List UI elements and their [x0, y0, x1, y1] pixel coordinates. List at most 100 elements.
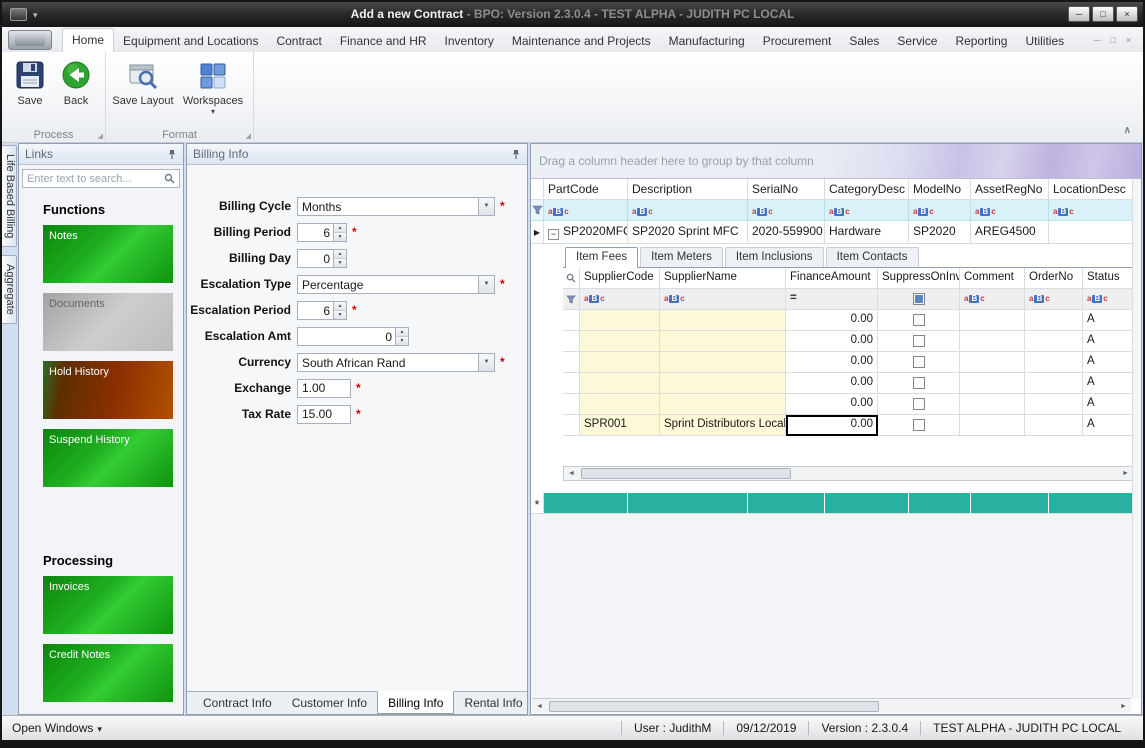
orderno-cell[interactable] [1025, 352, 1083, 373]
financeamount-cell[interactable]: 0.00 [786, 373, 878, 394]
tab-customer-info[interactable]: Customer Info [282, 692, 377, 714]
orderno-cell[interactable] [1025, 373, 1083, 394]
filter-cell[interactable] [786, 289, 878, 310]
checkbox-filter-icon[interactable] [912, 293, 925, 305]
close-button[interactable]: × [1116, 6, 1138, 22]
escalation-amt-spinner[interactable]: 0 [297, 326, 409, 346]
suppressoninvoice-cell[interactable] [878, 352, 960, 373]
scroll-thumb[interactable] [549, 700, 879, 712]
ribbon-tab-service[interactable]: Service [888, 30, 946, 52]
checkbox-icon[interactable] [912, 398, 925, 410]
new-row-cell[interactable] [971, 493, 1049, 514]
save-button[interactable]: Save [8, 59, 52, 107]
filter-cell[interactable] [1025, 289, 1083, 310]
tax-rate-field[interactable] [297, 404, 351, 424]
ribbon-tab-maintenance-and-projects[interactable]: Maintenance and Projects [503, 30, 660, 52]
comment-cell[interactable] [960, 394, 1025, 415]
column-header-categorydesc[interactable]: CategoryDesc [825, 179, 909, 200]
pin-icon[interactable] [511, 149, 521, 160]
comment-cell[interactable] [960, 415, 1025, 436]
checkbox-icon[interactable] [912, 335, 925, 347]
checkbox-icon[interactable] [912, 314, 925, 326]
filter-cell[interactable] [1083, 289, 1134, 310]
filter-cell[interactable] [909, 200, 971, 221]
detail-row[interactable]: 0.00 A [563, 394, 1134, 415]
column-header-suppressoninvoice[interactable]: SuppressOnInvoice [878, 268, 960, 289]
scroll-right-icon[interactable]: ► [1116, 703, 1131, 710]
checkbox-icon[interactable] [912, 377, 925, 389]
suppliername-cell[interactable] [660, 373, 786, 394]
open-windows-button[interactable]: Open Windows [12, 721, 102, 735]
financeamount-cell[interactable]: 0.00 [786, 352, 878, 373]
suppressoninvoice-cell[interactable] [878, 373, 960, 394]
status-cell[interactable]: A [1083, 394, 1134, 415]
suppliercode-cell[interactable] [580, 352, 660, 373]
partcode-cell[interactable]: SP2020MFC [544, 221, 628, 244]
assetregno-cell[interactable]: AREG4500 [971, 221, 1049, 244]
tab-billing-info[interactable]: Billing Info [377, 691, 455, 714]
suppressoninvoice-cell[interactable] [878, 331, 960, 352]
dialog-launcher-icon[interactable] [246, 132, 251, 140]
financeamount-cell[interactable]: 0.00 [786, 394, 878, 415]
suppressoninvoice-cell[interactable] [878, 310, 960, 331]
collapse-ribbon-icon[interactable] [1124, 125, 1131, 136]
orderno-cell[interactable] [1025, 394, 1083, 415]
suppliercode-cell[interactable] [580, 394, 660, 415]
filter-cell[interactable] [960, 289, 1025, 310]
filter-cell[interactable] [544, 200, 628, 221]
ribbon-tab-equipment-and-locations[interactable]: Equipment and Locations [114, 30, 267, 52]
spin-up-icon[interactable] [396, 327, 408, 337]
pin-icon[interactable] [167, 149, 177, 160]
scroll-right-icon[interactable]: ► [1118, 470, 1133, 477]
scroll-left-icon[interactable]: ◄ [564, 470, 579, 477]
detail-horizontal-scrollbar[interactable]: ◄ ► [563, 466, 1134, 481]
new-row-cell[interactable] [628, 493, 748, 514]
invoices-button[interactable]: Invoices [43, 576, 173, 634]
billing-day-spinner[interactable]: 0 [297, 248, 347, 268]
chevron-down-icon[interactable] [478, 353, 494, 371]
minimize-button[interactable]: ─ [1068, 6, 1090, 22]
suppliername-cell[interactable] [660, 310, 786, 331]
column-header-comment[interactable]: Comment [960, 268, 1025, 289]
dialog-launcher-icon[interactable] [98, 132, 103, 140]
tab-rental-info[interactable]: Rental Info [454, 692, 532, 714]
comment-cell[interactable] [960, 352, 1025, 373]
billing-period-spinner[interactable]: 6 [297, 222, 347, 242]
financeamount-cell-focused[interactable]: 0.00 [786, 415, 878, 436]
save-layout-button[interactable]: Save Layout [112, 59, 174, 107]
column-header-locationdesc[interactable]: LocationDesc [1049, 179, 1134, 200]
filter-cell[interactable] [660, 289, 786, 310]
new-row-append-row[interactable] [531, 493, 1134, 514]
comment-cell[interactable] [960, 310, 1025, 331]
ribbon-tab-contract[interactable]: Contract [267, 30, 330, 52]
column-header-financeamount[interactable]: FinanceAmount [786, 268, 878, 289]
filter-cell[interactable] [580, 289, 660, 310]
scroll-thumb[interactable] [581, 468, 791, 479]
column-header-serialno[interactable]: SerialNo [748, 179, 825, 200]
filter-cell[interactable] [1049, 200, 1134, 221]
new-row-cell[interactable] [909, 493, 971, 514]
mdi-minimize-icon[interactable]: ─ [1094, 35, 1100, 45]
financeamount-cell[interactable]: 0.00 [786, 310, 878, 331]
billing-cycle-combo[interactable]: Months [297, 196, 495, 216]
escalation-type-combo[interactable]: Percentage [297, 274, 495, 294]
column-header-suppliername[interactable]: SupplierName [660, 268, 786, 289]
suppressoninvoice-cell[interactable] [878, 415, 960, 436]
status-cell[interactable]: A [1083, 352, 1134, 373]
detail-row[interactable]: 0.00 A [563, 331, 1134, 352]
spin-up-icon[interactable] [334, 223, 346, 233]
maximize-button[interactable]: □ [1092, 6, 1114, 22]
workspaces-button[interactable]: Workspaces [180, 59, 246, 116]
ribbon-tab-utilities[interactable]: Utilities [1016, 30, 1073, 52]
detail-row[interactable]: 0.00 A [563, 310, 1134, 331]
workspaces-dropdown-icon[interactable] [180, 107, 246, 116]
mdi-restore-icon[interactable]: □ [1110, 35, 1115, 45]
column-header-assetregno[interactable]: AssetRegNo [971, 179, 1049, 200]
new-row-cell[interactable] [1049, 493, 1134, 514]
suppliercode-cell[interactable] [580, 310, 660, 331]
spin-down-icon[interactable] [334, 258, 346, 267]
filter-cell[interactable] [748, 200, 825, 221]
ribbon-tab-procurement[interactable]: Procurement [754, 30, 841, 52]
suppliercode-cell[interactable]: SPR001 [580, 415, 660, 436]
suppliername-cell[interactable] [660, 331, 786, 352]
